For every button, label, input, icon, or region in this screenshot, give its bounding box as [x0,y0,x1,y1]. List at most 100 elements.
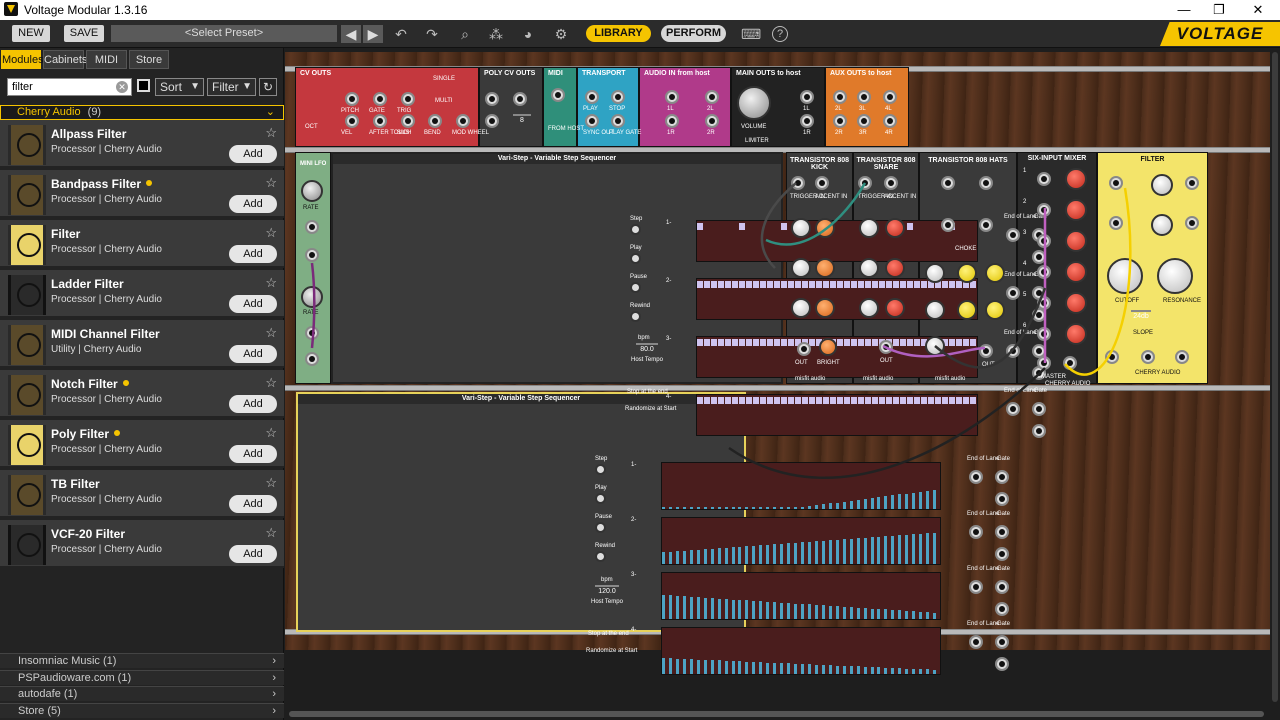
step-value-bar[interactable] [870,608,874,619]
filter-jack[interactable] [1185,176,1199,190]
add-button[interactable]: Add [229,245,277,263]
step-cell[interactable] [879,281,885,288]
step-value-bar[interactable] [724,547,728,564]
step-cell[interactable] [956,281,962,288]
redo-icon[interactable]: ↷ [422,25,442,43]
step-cell[interactable] [795,397,801,404]
step-cell[interactable] [753,281,759,288]
step-cell[interactable] [816,281,822,288]
step-value-bar[interactable] [801,507,804,509]
tab-cabinets[interactable]: Cabinets [43,50,87,69]
step-value-bar[interactable] [766,507,770,509]
hats-knob[interactable] [925,300,945,320]
volume-knob[interactable] [737,86,771,120]
module-item-notch-filter[interactable]: Notch Filter Processor | Cherry Audio ☆ Add [0,370,284,418]
clear-search-icon[interactable]: ✕ [116,81,128,93]
step-cell[interactable] [949,397,955,404]
step-value-bar[interactable] [919,669,923,674]
step-value-bar[interactable] [787,543,791,564]
step-value-bar[interactable] [703,549,707,564]
snare-input-jack[interactable] [858,176,872,190]
step-cell[interactable] [851,339,857,346]
end-of-lane-jack[interactable] [1006,286,1020,300]
step-value-bar[interactable] [703,659,707,674]
step-value-bar[interactable] [877,536,881,564]
step-value-bar[interactable] [821,664,825,674]
mixer-level-knob[interactable] [1065,230,1087,252]
help-icon[interactable]: ? [772,26,788,42]
step-value-bar[interactable] [717,598,721,619]
step-cell[interactable] [704,281,710,288]
step-value-bar[interactable] [703,597,707,619]
step-cell[interactable] [697,281,703,288]
color-swatch-icon[interactable] [137,79,150,92]
step-cell[interactable] [739,339,745,346]
step-cell[interactable] [858,339,864,346]
step-value-bar[interactable] [884,667,888,674]
end-of-lane-jack[interactable] [969,635,983,649]
step-value-bar[interactable] [814,505,818,509]
horizontal-scrollbar[interactable] [285,708,1270,720]
step-value-bar[interactable] [668,658,672,674]
step-value-bar[interactable] [710,598,714,619]
cv-out-jack[interactable] [345,92,359,106]
step-cell[interactable] [753,397,759,404]
hats-input-jack[interactable] [979,176,993,190]
add-button[interactable]: Add [229,295,277,313]
preset-select[interactable]: <Select Preset> [111,25,337,42]
tab-store[interactable]: Store [129,50,169,69]
mixer-out-jack[interactable] [1063,356,1077,370]
step-cell[interactable] [802,397,808,404]
step-cell[interactable] [844,339,850,346]
favorite-star-icon[interactable]: ☆ [265,175,277,191]
step-value-bar[interactable] [668,551,672,564]
step-value-bar[interactable] [710,660,714,674]
step-value-bar[interactable] [662,595,665,619]
step-value-bar[interactable] [814,664,818,674]
audio-in-jack[interactable] [705,90,719,104]
step-cell[interactable] [739,223,745,230]
step-cell[interactable] [711,339,717,346]
keyboard-icon[interactable]: ⌨ [741,25,761,43]
group-autodafe[interactable]: autodafe (1) › [0,686,284,701]
step-value-bar[interactable] [807,541,811,564]
snare-knob[interactable] [859,258,879,278]
step-cell[interactable] [760,339,766,346]
mixer-level-knob[interactable] [1065,323,1087,345]
step-value-bar[interactable] [905,493,909,509]
step-value-bar[interactable] [801,604,804,619]
filter-out-jack[interactable] [1141,350,1155,364]
step-cell[interactable] [837,397,843,404]
step-cell[interactable] [921,397,927,404]
step-value-bar[interactable] [842,501,846,509]
step-value-bar[interactable] [870,667,874,674]
step-value-bar[interactable] [870,537,874,564]
step-value-bar[interactable] [912,492,916,509]
step-value-bar[interactable] [662,658,665,674]
step-value-bar[interactable] [933,612,937,619]
hats-knob[interactable] [957,300,977,320]
step-value-bar[interactable] [821,540,825,564]
end-of-lane-jack[interactable] [1006,344,1020,358]
audio-in-jack[interactable] [705,114,719,128]
step-cell[interactable] [732,339,738,346]
cv-jack[interactable] [995,657,1009,671]
step-cell[interactable] [935,397,941,404]
step-cell[interactable] [879,397,885,404]
step-cell[interactable] [844,397,850,404]
step-value-bar[interactable] [752,507,756,509]
step-value-bar[interactable] [773,662,777,674]
step-value-bar[interactable] [905,610,909,619]
step-cell[interactable] [942,397,948,404]
mixer-input-jack[interactable] [1037,265,1051,279]
step-value-bar[interactable] [926,533,930,564]
filter-mod-knob[interactable] [1151,214,1173,236]
rewind-jack[interactable] [630,311,641,322]
step-value-bar[interactable] [738,507,742,509]
step-value-bar[interactable] [675,658,679,674]
module-item-ladder-filter[interactable]: Ladder Filter Processor | Cherry Audio ☆ Ad… [0,270,284,318]
step-value-bar[interactable] [787,507,791,509]
step-value-bar[interactable] [926,669,930,674]
kick-out-jack[interactable] [797,342,811,356]
step-value-bar[interactable] [745,661,749,674]
